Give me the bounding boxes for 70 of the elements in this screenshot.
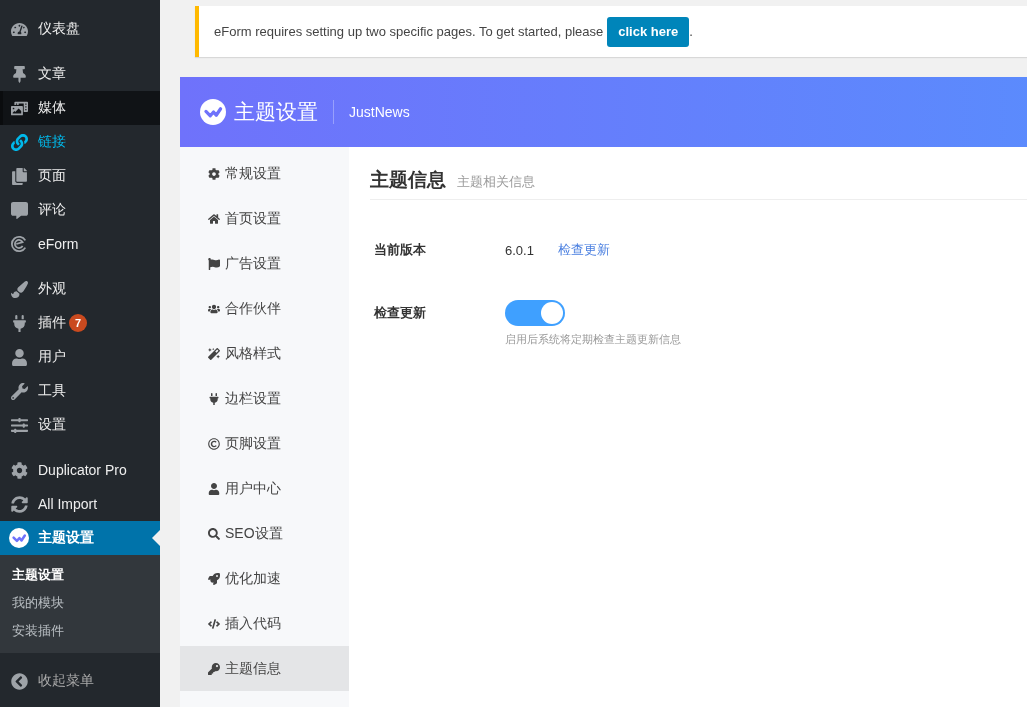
menu-item[interactable]: 评论 [0, 193, 160, 227]
settings-tab[interactable]: SEO设置 [180, 511, 349, 556]
sliders-icon [9, 415, 29, 435]
submenu-item[interactable]: 主题设置 [0, 561, 160, 589]
user-icon [208, 482, 220, 495]
gear-icon [9, 460, 29, 480]
submenu-item[interactable]: 我的模块 [0, 589, 160, 617]
wrench-icon [9, 381, 29, 401]
menu-item[interactable]: 页面 [0, 159, 160, 193]
menu-item[interactable]: 媒体 [0, 91, 160, 125]
menu-item[interactable]: 仪表盘 [0, 12, 160, 46]
search-icon [208, 527, 220, 540]
copyright-icon [208, 437, 220, 450]
settings-tab[interactable]: 风格样式 [180, 331, 349, 376]
menu-item[interactable]: 用户 [0, 340, 160, 374]
settings-tab[interactable]: 插入代码 [180, 601, 349, 646]
field-label: 检查更新 [374, 304, 427, 322]
e-logo-icon [9, 234, 29, 254]
field-hint: 启用后系统将定期检查主题更新信息 [505, 332, 682, 347]
comment-icon [9, 200, 29, 220]
rocket-icon [208, 572, 220, 585]
click-here-button[interactable]: click here [607, 16, 690, 47]
menu-item[interactable]: 链接 [0, 125, 160, 159]
check-update-link[interactable]: 检查更新 [557, 241, 610, 259]
pages-icon [9, 166, 29, 186]
section-title: 主题信息 [370, 168, 446, 192]
brush-icon [9, 279, 29, 299]
settings-tab[interactable]: 首页设置 [180, 196, 349, 241]
wand-icon [208, 347, 220, 360]
settings-tab[interactable]: 页脚设置 [180, 421, 349, 466]
notice-period: . [689, 24, 693, 39]
refresh-icon [9, 494, 29, 514]
menu-item[interactable]: 设置 [0, 408, 160, 442]
menu-item[interactable]: 外观 [0, 272, 160, 306]
panel-title: 主题设置 [234, 99, 318, 125]
check-logo-icon [200, 99, 226, 125]
settings-tab[interactable]: 优化加速 [180, 556, 349, 601]
toggle-switch[interactable] [505, 300, 565, 326]
settings-tab[interactable]: 边栏设置 [180, 376, 349, 421]
menu-item[interactable]: eForm [0, 227, 160, 261]
code-icon [208, 617, 220, 630]
settings-tab[interactable]: 广告设置 [180, 241, 349, 286]
home-icon [208, 212, 220, 225]
check-logo-icon [9, 528, 29, 548]
field-label: 当前版本 [374, 241, 427, 259]
settings-tab[interactable]: 用户中心 [180, 466, 349, 511]
collapse-icon [9, 671, 29, 691]
collapse-menu-button[interactable]: 收起菜单 [0, 664, 160, 698]
settings-tab[interactable]: 主题信息 [180, 646, 349, 691]
settings-icon [208, 167, 220, 180]
key-icon [208, 662, 220, 675]
menu-item[interactable]: 工具 [0, 374, 160, 408]
count-badge: 7 [69, 314, 87, 332]
theme-name: JustNews [349, 104, 410, 120]
user-icon [9, 347, 29, 367]
menu-item[interactable]: Duplicator Pro [0, 453, 160, 487]
link-icon [9, 132, 29, 152]
menu-item[interactable]: 插件 7 [0, 306, 160, 340]
users-icon [208, 302, 220, 315]
settings-tab[interactable]: 常规设置 [180, 151, 349, 196]
plug-icon [208, 392, 220, 405]
notice-text: eForm requires setting up two specific pages. To get started, please [214, 24, 604, 39]
version-value: 6.0.1 [505, 242, 534, 258]
flag-icon [208, 257, 220, 270]
section-subtitle: 主题相关信息 [457, 173, 535, 191]
menu-item[interactable]: 文章 [0, 57, 160, 91]
menu-item[interactable]: 主题设置 [0, 521, 160, 555]
menu-item[interactable]: All Import [0, 487, 160, 521]
submenu-item[interactable]: 安装插件 [0, 617, 160, 645]
settings-tab[interactable]: 合作伙伴 [180, 286, 349, 331]
